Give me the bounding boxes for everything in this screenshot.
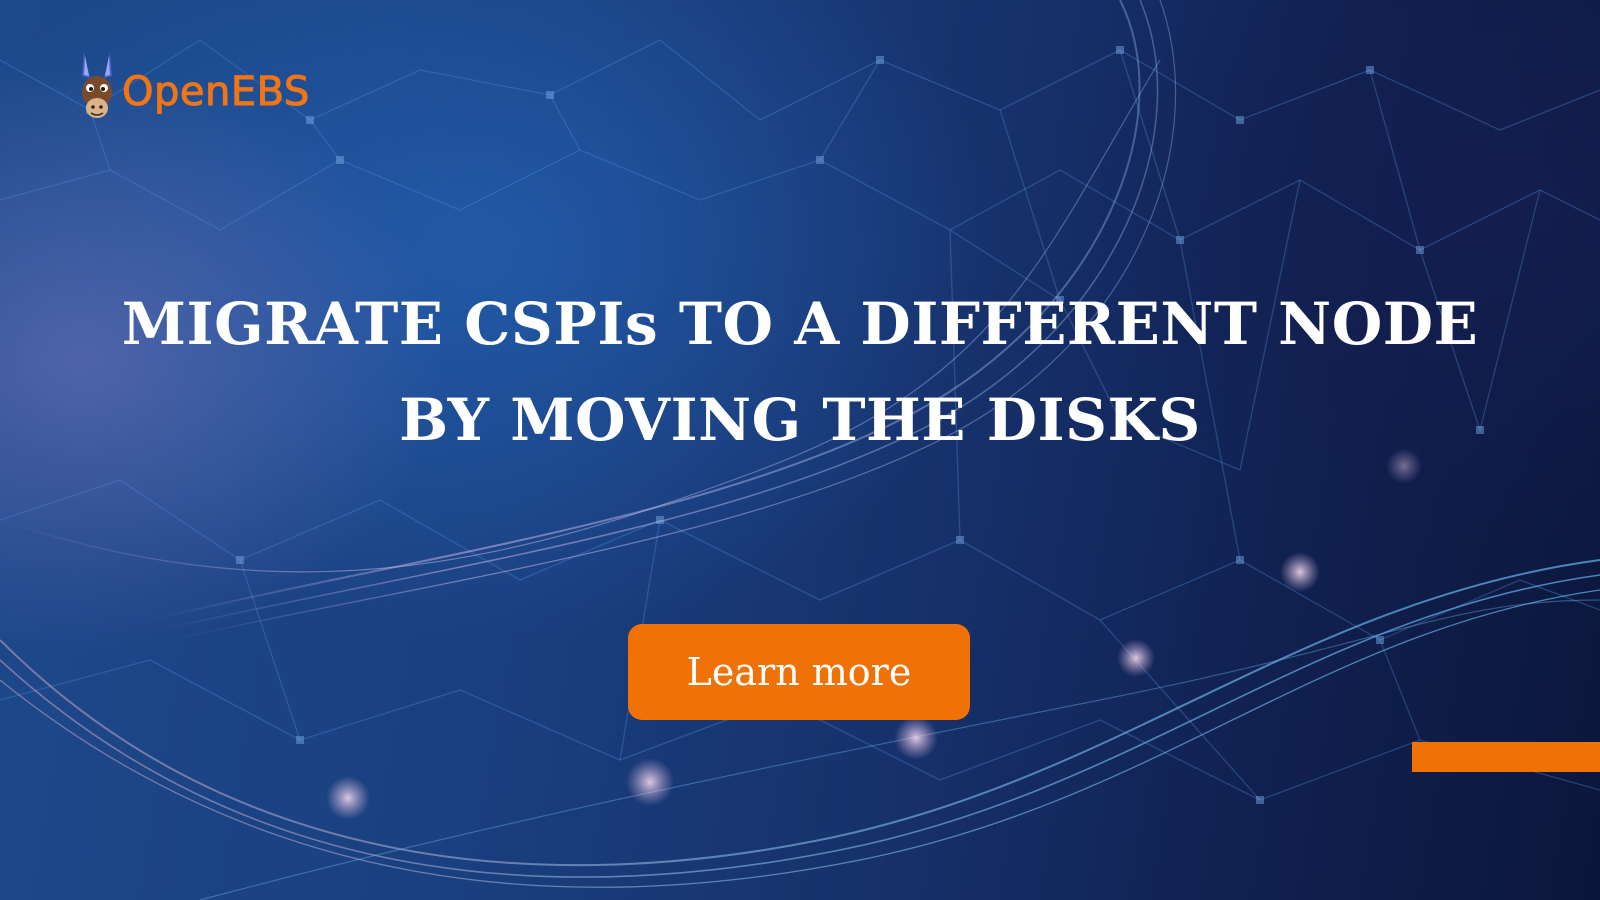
page-title: MIGRATE CSPIs TO A DIFFERENT NODE BY MOV…	[0, 276, 1600, 468]
banner: OpenEBS MIGRATE CSPIs TO A DIFFERENT NOD…	[0, 0, 1600, 900]
donkey-mascot-icon	[82, 52, 112, 118]
brand-name: OpenEBS	[122, 69, 310, 115]
accent-bar	[1412, 742, 1600, 772]
headline-line-1: MIGRATE CSPIs TO A DIFFERENT NODE	[121, 290, 1479, 358]
headline-line-2: BY MOVING THE DISKS	[399, 386, 1201, 454]
learn-more-button[interactable]: Learn more	[628, 624, 970, 720]
brand-logo[interactable]: OpenEBS	[76, 50, 310, 124]
